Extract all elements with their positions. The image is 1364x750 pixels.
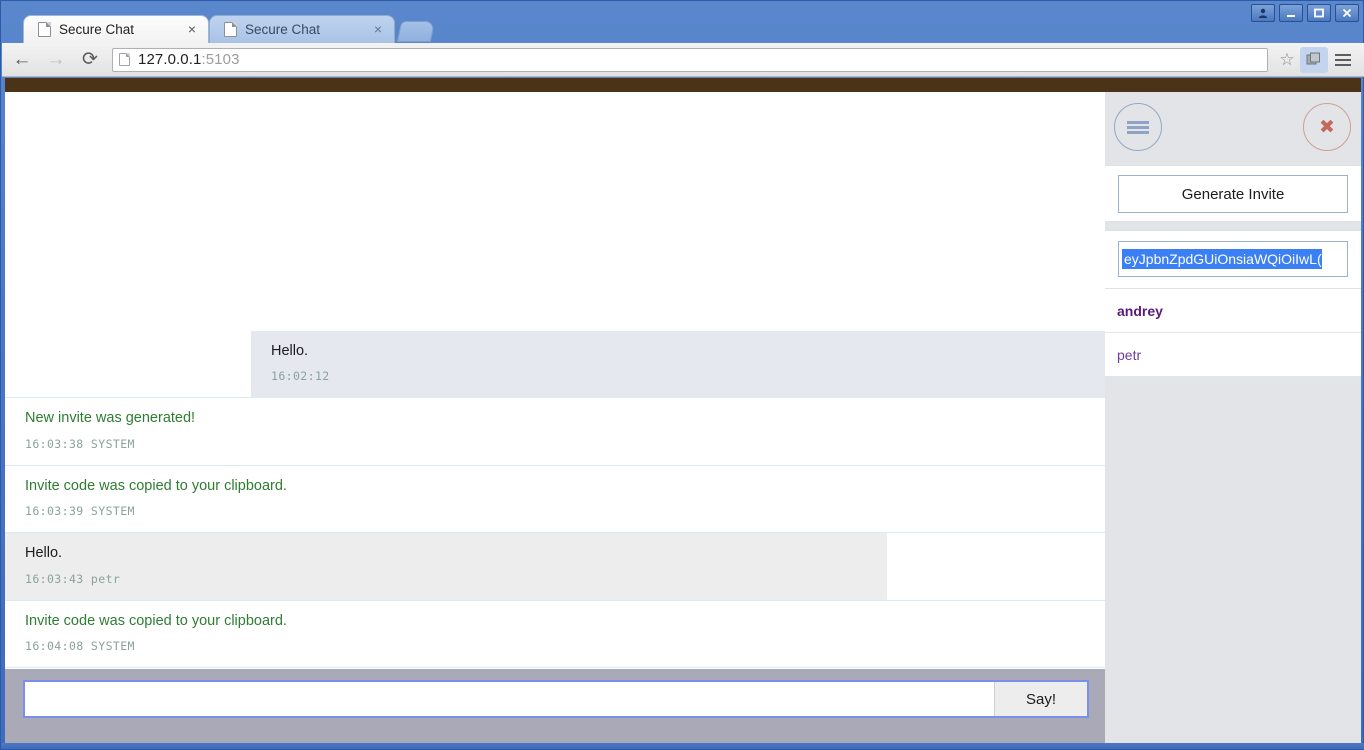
message-author: SYSTEM — [90, 436, 135, 451]
message-time: 16:03:38 — [25, 436, 91, 451]
message-row: Invite code was copied to your clipboard… — [5, 600, 1105, 668]
message-text: New invite was generated! — [25, 410, 196, 427]
message-meta: 16:02:12 — [271, 369, 1089, 383]
back-icon[interactable]: ← — [8, 46, 36, 74]
tab-strip: Secure Chat × Secure Chat × — [1, 1, 1364, 43]
browser-tab-1[interactable]: Secure Chat × — [209, 15, 395, 43]
invite-code-text: eyJpbnZpdGUiOnsiaWQiOiIwL( — [1122, 249, 1322, 269]
user-profile-icon[interactable] — [1251, 4, 1275, 22]
page-info-icon — [119, 53, 130, 66]
maximize-icon[interactable] — [1307, 4, 1331, 22]
generate-invite-button[interactable]: Generate Invite — [1118, 175, 1348, 213]
sidebar-header: ✖ — [1105, 92, 1361, 165]
message-bubble: Invite code was copied to your clipboard… — [5, 465, 1105, 533]
user-name: andrey — [1117, 302, 1163, 319]
message-bubble: New invite was generated! 16:03:38 SYSTE… — [5, 398, 1105, 465]
message-time: 16:03:43 — [25, 571, 91, 586]
menu-line — [1335, 53, 1351, 56]
browser-menu-icon[interactable] — [1330, 47, 1356, 73]
browser-tab-0[interactable]: Secure Chat × — [23, 15, 209, 43]
close-icon[interactable] — [1335, 4, 1359, 22]
message-author: SYSTEM — [90, 639, 135, 653]
page-icon — [224, 22, 237, 37]
address-bar[interactable]: 127.0.0.1:5103 — [112, 47, 1268, 72]
message-text: Invite code was copied to your clipboard… — [25, 477, 287, 494]
user-list-item-andrey[interactable]: andrey — [1105, 289, 1361, 333]
window-controls — [1251, 4, 1359, 22]
navigation-toolbar: ← → ⟳ 127.0.0.1:5103 ☆ — [2, 43, 1364, 77]
browser-window: Secure Chat × Secure Chat × ← → ⟳ 127.0.… — [0, 0, 1364, 750]
invite-code-card: eyJpbnZpdGUiOnsiaWQiOiIwL( — [1105, 230, 1361, 289]
message-bubble: Hello. 16:03:43 petr — [5, 533, 887, 600]
message-row: Invite code was copied to your clipboard… — [5, 465, 1105, 534]
minimize-icon[interactable] — [1279, 4, 1303, 22]
message-bubble: Invite code was copied to your clipboard… — [5, 600, 1105, 667]
message-row: Hello. 16:03:43 petr — [5, 533, 1105, 601]
message-bubble: Hello. 16:02:12 — [251, 331, 1105, 398]
composer-area: Say! — [5, 668, 1105, 743]
invite-code-selection-overlay: eyJpbnZpdGUiOnsiaWQiOiIwL( — [1118, 241, 1348, 277]
sidebar: ✖ Generate Invite eyJpbnZpdGUiOnsiaWQiOi… — [1105, 92, 1361, 743]
new-tab-button[interactable] — [396, 21, 436, 42]
url-host: 127.0.0.1 — [138, 51, 202, 68]
window-bottom-edge — [1, 743, 1364, 749]
message-row: New invite was generated! 16:03:38 SYSTE… — [5, 398, 1105, 466]
reload-icon[interactable]: ⟳ — [76, 46, 104, 74]
message-time: 16:02:12 — [271, 369, 330, 384]
message-meta: 16:03:39 SYSTEM — [25, 504, 1089, 518]
hamburger-line — [1127, 130, 1149, 134]
message-input[interactable] — [25, 682, 994, 716]
url-text: 127.0.0.1:5103 — [138, 51, 240, 68]
message-time: 16:04:08 — [25, 639, 91, 653]
tab-close-icon[interactable]: × — [184, 21, 200, 38]
menu-line — [1335, 58, 1351, 61]
send-message-button[interactable]: Say! — [994, 682, 1087, 716]
user-name: petr — [1117, 346, 1142, 363]
menu-line — [1335, 63, 1351, 66]
hamburger-line — [1127, 125, 1149, 129]
page-viewport: Hello. 16:02:12 New invite was generated… — [5, 78, 1361, 743]
message-meta: 16:04:08 SYSTEM — [25, 639, 1089, 653]
message-author: SYSTEM — [90, 504, 135, 519]
composer-row: Say! — [23, 680, 1089, 718]
hamburger-lines — [1127, 119, 1149, 136]
message-author: petr — [90, 571, 121, 586]
message-text: Hello. — [271, 343, 309, 360]
message-text: Invite code was copied to your clipboard… — [25, 612, 287, 629]
hamburger-icon[interactable] — [1114, 103, 1162, 151]
forward-icon[interactable]: → — [42, 46, 70, 74]
page-icon — [38, 22, 51, 37]
message-meta: 16:03:38 SYSTEM — [25, 437, 1089, 451]
hamburger-line — [1127, 120, 1149, 124]
tab-close-icon[interactable]: × — [370, 21, 386, 38]
message-meta: 16:03:43 petr — [25, 572, 871, 586]
tab-title: Secure Chat — [245, 22, 321, 37]
message-time: 16:03:39 — [25, 504, 91, 519]
message-text: Hello. — [25, 545, 63, 562]
bookmark-star-icon[interactable]: ☆ — [1274, 47, 1300, 73]
generate-invite-card: Generate Invite — [1105, 165, 1361, 222]
user-list-item-petr[interactable]: petr — [1105, 333, 1361, 377]
close-glyph: ✖ — [1319, 116, 1335, 138]
message-row: Hello. 16:02:12 — [5, 331, 1105, 399]
chat-panel: Hello. 16:02:12 New invite was generated… — [5, 92, 1105, 743]
close-sidebar-icon[interactable]: ✖ — [1303, 103, 1351, 151]
tab-title: Secure Chat — [59, 22, 135, 37]
url-port: :5103 — [201, 51, 240, 68]
extension-icon[interactable] — [1300, 46, 1328, 73]
message-list[interactable]: Hello. 16:02:12 New invite was generated… — [5, 92, 1105, 668]
page-topbar — [5, 78, 1361, 92]
